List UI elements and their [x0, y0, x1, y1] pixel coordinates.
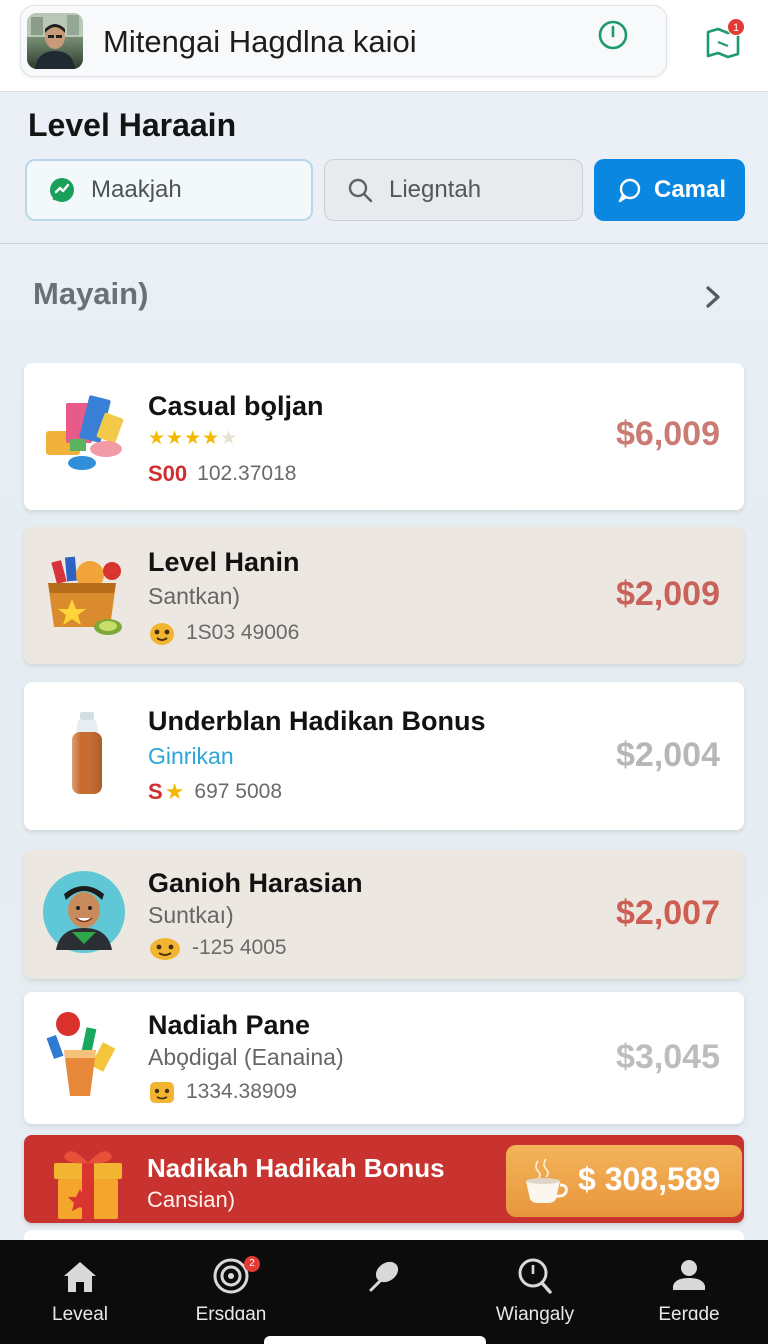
list-heading: Mayain)	[33, 276, 149, 311]
item-code: 697 5008	[194, 780, 283, 803]
item-tag: S	[148, 779, 163, 804]
item-code: 1334.38909	[186, 1080, 297, 1103]
bottom-navigation: Leveal Ersdɑan Wiangaly Eerɑde	[0, 1240, 768, 1344]
item-name: Underblan Hadikan Bonus	[148, 706, 486, 736]
tab-label: Camal	[654, 176, 727, 203]
item-code: 1S03 49006	[186, 621, 300, 644]
item-name: Nadiah Pane	[148, 1010, 311, 1040]
face-icon	[150, 1082, 174, 1103]
treasure-basket-icon	[48, 556, 122, 635]
nav-label: Ersdɑan	[195, 1304, 267, 1325]
tab-label: Maakjah	[91, 176, 182, 203]
list-item[interactable]: Ganioh Harasian Suntkaı) -125 4005 $2,00…	[24, 850, 744, 979]
face-icon	[150, 938, 180, 960]
item-code: -125 4005	[192, 936, 287, 959]
gift-box-icon	[46, 395, 124, 470]
nav-leveal[interactable]: Leveal	[15, 1256, 145, 1336]
tab-camal[interactable]: Camal	[594, 159, 745, 221]
nav-wiangaly[interactable]: Wiangaly	[470, 1256, 600, 1336]
top-app-bar: Mitengai Hagdlna kaioi 1	[0, 0, 768, 92]
tab-liegntah[interactable]: Liegntah	[324, 159, 583, 221]
nav-center[interactable]	[318, 1256, 448, 1336]
bottle-icon	[72, 712, 102, 794]
tab-maakjah[interactable]: Maakjah	[25, 159, 313, 221]
item-price: $2,009	[616, 575, 720, 613]
tab-label: Liegntah	[389, 176, 482, 203]
profile-icon	[673, 1260, 705, 1290]
bonus-title: Nadikah Hadikah Bonus	[147, 1153, 445, 1183]
item-meta: -125 4005	[148, 935, 287, 961]
bonus-amount: $ 308,589	[578, 1161, 721, 1197]
power-icon[interactable]	[596, 18, 630, 52]
leaf-icon	[369, 1261, 399, 1292]
rating-stars: ★★★★★	[148, 428, 239, 449]
search-clock-icon	[518, 1258, 552, 1294]
drink-gift-icon	[46, 1012, 116, 1096]
gift-icon	[54, 1151, 122, 1219]
header-pill[interactable]: Mitengai Hagdlna kaioi	[20, 5, 667, 77]
home-icon	[64, 1262, 96, 1292]
item-subtitle: Abo̧digal (Eanaina)	[148, 1044, 344, 1070]
profile-avatar[interactable]	[27, 13, 83, 69]
nav-label: Wiangaly	[495, 1304, 575, 1325]
list-item[interactable]: Casual bo̧ljan ★★★★★ S00 102.37018 $6,00…	[24, 363, 744, 510]
item-meta: S00 102.37018	[148, 461, 296, 487]
face-icon	[150, 623, 174, 645]
user-avatar	[43, 871, 125, 953]
chat-trend-icon	[50, 178, 74, 202]
header-title: Mitengai Hagdlna kaioi	[103, 24, 417, 59]
list-item[interactable]: Level Hanin Santkan) 1S03 49006 $2,009	[24, 527, 744, 664]
nav-eerade[interactable]: Eerɑde	[624, 1256, 754, 1336]
bonus-subtitle: Cansian)	[147, 1187, 236, 1212]
nav-label: Eerɑde	[658, 1304, 720, 1325]
item-meta: 1334.38909	[148, 1079, 297, 1105]
search-icon	[348, 178, 373, 203]
item-meta: 1S03 49006	[148, 620, 299, 646]
chevron-right-icon[interactable]	[700, 282, 726, 312]
nav-ersdaan[interactable]: Ersdɑan	[166, 1256, 296, 1336]
nav-badge: 2	[244, 1256, 260, 1272]
notification-badge: 1	[727, 18, 745, 36]
nav-label: Leveal	[52, 1304, 108, 1325]
list-item[interactable]: Nadiah Pane Abo̧digal (Eanaina) 1334.389…	[24, 992, 744, 1124]
item-code: 102.37018	[197, 462, 297, 485]
item-name: Casual bo̧ljan	[148, 391, 324, 421]
coffee-cup-icon	[526, 1158, 568, 1203]
chat-bubble-icon	[618, 178, 641, 203]
section-title: Level Haraain	[28, 107, 237, 143]
home-indicator[interactable]	[264, 1336, 486, 1344]
item-tag: S00	[148, 461, 188, 486]
item-subtitle: Ginrikan	[148, 743, 234, 769]
item-price: $2,004	[616, 736, 720, 774]
list-item[interactable]: Underblan Hadikan Bonus Ginrikan S ★ 697…	[24, 682, 744, 830]
bonus-banner[interactable]: Nadikah Hadikah Bonus Cansian) $ 308,589	[24, 1135, 744, 1223]
item-subtitle: Santkan)	[148, 583, 241, 609]
item-subtitle: Suntkaı)	[148, 902, 234, 928]
item-name: Ganioh Harasian	[148, 868, 363, 898]
item-price: $6,009	[616, 415, 720, 453]
item-name: Level Hanin	[148, 547, 300, 577]
bonus-amount-button[interactable]: $ 308,589	[506, 1145, 742, 1217]
item-price: $3,045	[616, 1038, 720, 1076]
item-price: $2,007	[616, 894, 720, 932]
level-section: Level Haraain Maakjah Liegntah Camal	[0, 92, 768, 244]
star-icon: ★	[164, 779, 185, 804]
item-meta: S ★ 697 5008	[148, 779, 282, 805]
